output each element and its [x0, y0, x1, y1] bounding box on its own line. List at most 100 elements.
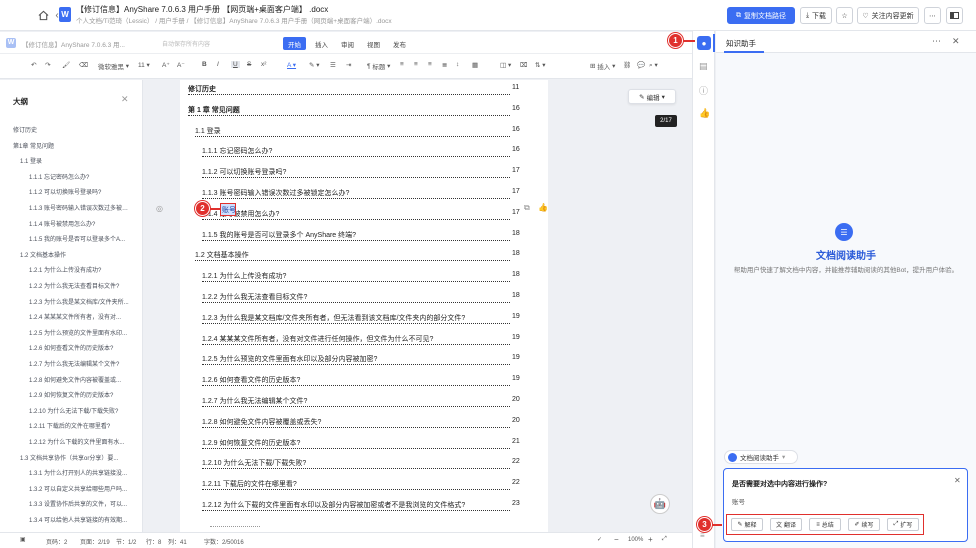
assistant-rail-icon[interactable]: ●	[697, 36, 711, 50]
thumb-up-icon[interactable]: 👍	[538, 203, 548, 212]
tab-publish[interactable]: 发布	[388, 37, 411, 50]
autosave-status: 自动保存所有内容	[162, 42, 211, 48]
outline-item[interactable]: 1.1.2 可以切换账号登录吗?	[29, 187, 132, 196]
more-button[interactable]: ⋯	[924, 7, 941, 24]
outline-item[interactable]: 1.3.1 为什么打开别人的共享链接没...	[29, 468, 132, 477]
sort-icon[interactable]: ⇅ ▾	[535, 61, 546, 69]
outline-item[interactable]: 1.2 文档基本操作	[20, 250, 132, 259]
format-painter-icon[interactable]: 🖌	[62, 61, 70, 69]
window-button[interactable]	[946, 7, 963, 24]
zoom-out-icon[interactable]: −	[614, 535, 619, 544]
expand-writing-button[interactable]: ⤢ 扩写	[887, 518, 919, 531]
undo-icon[interactable]: ↶	[31, 61, 36, 69]
like-icon[interactable]: 👍	[699, 108, 710, 119]
comment-icon[interactable]: 💬	[637, 61, 645, 69]
book-icon[interactable]: ▤	[699, 61, 708, 72]
outline-item[interactable]: 修订历史	[13, 125, 132, 134]
redo-icon[interactable]: ↷	[45, 61, 50, 69]
close-outline-icon[interactable]: ✕	[121, 94, 129, 105]
spellcheck-icon[interactable]: ✓	[597, 536, 602, 543]
outline-item[interactable]: 1.3.3 设置协作后共享的文件，可以...	[29, 499, 132, 508]
outline-item[interactable]: 1.2.1 为什么上传没有成功?	[29, 265, 132, 274]
outline-item[interactable]: 1.3.2 可以自定义共享给哪些用户吗...	[29, 484, 132, 493]
toc-leader-dots	[202, 156, 510, 158]
outline-item[interactable]: 1.1.5 我的账号是否可以登录多个A...	[29, 234, 132, 243]
outline-item[interactable]: 1.1.1 忘记密码怎么办?	[29, 172, 132, 181]
assistant-float-icon[interactable]: 🤖	[650, 494, 670, 514]
bold-icon[interactable]: B	[202, 61, 207, 68]
zoom-level[interactable]: 100%	[628, 537, 643, 543]
outline-item[interactable]: 1.3.4 可以给他人共享链接的有效期...	[29, 515, 132, 524]
heading-style-select[interactable]: ¶ 标题 ▾	[367, 61, 390, 72]
outline-item[interactable]: 1.2.3 为什么我是某文档库/文件夹所...	[29, 297, 132, 306]
bot-selector[interactable]: 文档阅读助手 ▾	[724, 450, 798, 464]
outline-item[interactable]: 1.3 文档共享协作（共享or分享）要...	[20, 453, 132, 462]
expand-rail-icon[interactable]: ≡	[700, 531, 705, 540]
toc-leader-dots	[188, 94, 510, 95]
tab-view[interactable]: 视图	[362, 37, 385, 50]
outline-item[interactable]: 1.2.10 为什么无法下载/下载失败?	[29, 406, 132, 415]
outline-item[interactable]: 1.2.2 为什么我无法查看目标文件?	[29, 281, 132, 290]
outline-item[interactable]: 1.2.5 为什么预览的文件里面有水印...	[29, 328, 132, 337]
assistant-close-icon[interactable]: ✕	[952, 36, 960, 47]
favorite-button[interactable]: ☆	[836, 7, 853, 24]
underline-icon[interactable]: U	[231, 61, 240, 68]
assistant-more-icon[interactable]: ⋯	[932, 36, 941, 47]
clear-icon[interactable]: ⌧	[520, 61, 528, 69]
outline-item[interactable]: 1.2.6 如何查看文件的历史版本?	[29, 343, 132, 352]
font-color-icon[interactable]: A ▾	[287, 61, 296, 69]
continue-writing-button[interactable]: ✐ 续写	[848, 518, 880, 531]
explain-button[interactable]: ✎ 解释	[731, 518, 763, 531]
clear-format-icon[interactable]: ⌫	[79, 61, 88, 69]
zoom-in-icon[interactable]: +	[648, 535, 653, 544]
italic-icon[interactable]: I	[217, 61, 219, 68]
grow-font-icon[interactable]: A⁺	[162, 61, 170, 69]
outline-item[interactable]: 1.2.9 如何恢复文件的历史版本?	[29, 390, 132, 399]
outline-item[interactable]: 1.2.7 为什么我无法编辑某个文件?	[29, 359, 132, 368]
home-icon[interactable]	[37, 9, 49, 21]
outline-item[interactable]: 1.2.8 如何避免文件内容被覆盖或...	[29, 375, 132, 384]
tab-home[interactable]: 开始	[283, 37, 306, 50]
shading-icon[interactable]: ◫ ▾	[500, 61, 511, 69]
selected-text: 账号	[222, 207, 236, 214]
fit-page-icon[interactable]: ⤢	[662, 536, 667, 543]
bullet-list-icon[interactable]: ☰	[330, 61, 336, 69]
translate-button[interactable]: 文翻译	[770, 518, 802, 531]
font-name-select[interactable]: 微软雅黑 ▾	[98, 61, 129, 71]
outline-item[interactable]: 1.1.4 账号被禁用怎么办?	[29, 219, 132, 228]
align-center-icon[interactable]: ≡	[414, 61, 418, 68]
border-icon[interactable]: ▦	[472, 61, 478, 69]
highlight-icon[interactable]: ✎ ▾	[309, 61, 320, 69]
align-left-icon[interactable]: ≡	[400, 61, 404, 68]
outline-item[interactable]: 1.1 登录	[20, 156, 132, 165]
tab-insert[interactable]: 插入	[310, 37, 333, 50]
marker-1-badge: 1	[668, 33, 683, 48]
tab-review[interactable]: 审阅	[336, 37, 359, 50]
outline-item[interactable]: 1.2.11 下载后的文件在哪里看?	[29, 421, 132, 430]
outline-item[interactable]: 1.2.12 为什么下载的文件里面有水...	[29, 437, 132, 446]
info-icon[interactable]: ⓘ	[699, 84, 708, 97]
justify-icon[interactable]: ≣	[442, 61, 447, 69]
outline-item[interactable]: 1.1.3 账号密码输入错误次数过多被锁...	[29, 203, 132, 212]
outline-item[interactable]: 1.2.4 某某某文件所有者，没有对...	[29, 312, 132, 321]
copy-text-icon[interactable]: ⧉	[524, 203, 530, 213]
align-right-icon[interactable]: ≡	[428, 61, 432, 68]
font-size-select[interactable]: 11 ▾	[138, 61, 150, 70]
shrink-font-icon[interactable]: A⁻	[177, 61, 185, 69]
link-icon[interactable]: ⛓	[623, 61, 631, 69]
insert-menu[interactable]: ⊞ 插入 ▾	[590, 61, 615, 71]
strikethrough-icon[interactable]: S	[247, 61, 251, 68]
chat-close-icon[interactable]: ✕	[954, 476, 961, 485]
outline-item[interactable]: 第1章 常见问题	[13, 141, 132, 150]
superscript-icon[interactable]: x²	[261, 61, 266, 68]
indent-icon[interactable]: ⇥	[346, 61, 351, 69]
find-icon[interactable]: ⌕ ▾	[649, 61, 658, 70]
edit-mode-button[interactable]: ✎ 编辑 ▾	[628, 89, 676, 104]
toc-page-number: 23	[512, 500, 520, 507]
eye-icon[interactable]: ◎	[156, 204, 163, 213]
copy-path-button[interactable]: ⧉ 复制文档路径	[727, 7, 795, 24]
summarize-button[interactable]: ≡ 总结	[809, 518, 841, 531]
line-spacing-icon[interactable]: ↕	[456, 61, 459, 68]
follow-button[interactable]: ♡ 关注内容更新	[857, 7, 919, 24]
download-button[interactable]: ⤓ 下载	[800, 7, 832, 24]
